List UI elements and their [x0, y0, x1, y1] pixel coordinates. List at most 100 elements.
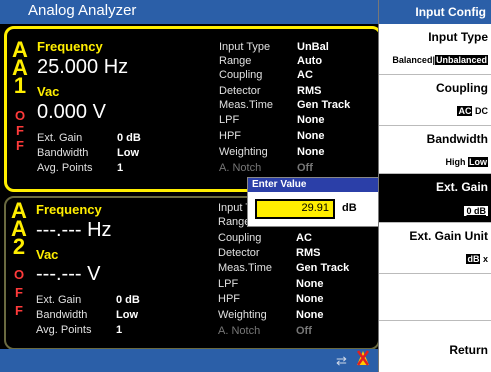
bandwidth-label: Bandwidth [36, 309, 88, 321]
ext-gain-value: 0 dB [117, 132, 141, 144]
frequency-value: 25.000 Hz [37, 56, 129, 78]
value-unit: dB [342, 202, 357, 214]
coupling-softkey[interactable]: Coupling AC DC [379, 75, 491, 126]
avg-points-label: Avg. Points [37, 162, 93, 174]
usb-icon: ⇄ [336, 353, 347, 368]
ext-gain-value: 0 dB [116, 294, 140, 306]
status-bar: ⇄ [0, 349, 378, 372]
ext-gain-label: Ext. Gain [37, 132, 83, 144]
channel-number: 2 [12, 234, 26, 259]
dialog-title-bar: Enter Value [248, 178, 378, 192]
setting-label: HPF [218, 293, 240, 305]
setting-label: Input Type [219, 41, 271, 53]
channel-number: 1 [13, 73, 27, 98]
setting-value: Auto [297, 55, 323, 67]
ext-gain-unit-label: Ext. Gain Unit [409, 229, 488, 243]
return-label: Return [449, 343, 488, 357]
bandwidth-softkey[interactable]: Bandwidth High Low [379, 126, 491, 174]
title-bar: Analog Analyzer [0, 0, 378, 24]
option-db: dB [466, 254, 481, 264]
setting-label: LPF [219, 114, 240, 126]
frequency-value: ---.--- Hz [36, 219, 112, 241]
setting-value: None [296, 278, 324, 290]
ext-gain-label: Ext. Gain [36, 294, 82, 306]
setting-label: Coupling [218, 232, 262, 244]
setting-value: RMS [296, 247, 321, 259]
app-title: Analog Analyzer [28, 2, 137, 19]
setting-label: Meas.Time [218, 262, 272, 274]
setting-label: A. Notch [219, 162, 262, 174]
voltage-value: ---.--- V [36, 263, 101, 285]
setting-value: AC [296, 232, 312, 244]
bandwidth-value: Low [116, 309, 138, 321]
return-softkey[interactable]: Return [379, 321, 491, 372]
setting-value: Off [297, 162, 313, 174]
off-letter: F [16, 138, 24, 153]
value-input[interactable]: 29.91 [255, 199, 335, 219]
ext-gain-unit-options: dB x [466, 254, 488, 264]
blank-softkey[interactable] [379, 274, 491, 321]
avg-points-value: 1 [116, 324, 123, 336]
voltage-label: Vac [36, 247, 59, 262]
setting-label: Detector [218, 247, 260, 259]
setting-value: Off [296, 325, 312, 337]
option-dc: DC [475, 106, 488, 116]
setting-value: None [296, 293, 324, 305]
setting-label: Weighting [218, 309, 267, 321]
input-type-softkey[interactable]: Input Type Balanced|Unbalanced [379, 24, 491, 75]
setting-label: Meas.Time [219, 99, 273, 111]
input-type-label: Input Type [428, 30, 488, 44]
input-config-sidebar: Input Config Input Type Balanced|Unbalan… [378, 0, 491, 372]
avg-points-label: Avg. Points [36, 324, 92, 336]
bandwidth-softkey-label: Bandwidth [426, 132, 488, 146]
setting-value: UnBal [297, 41, 329, 53]
value-input-text: 29.91 [301, 202, 329, 214]
ext-gain-softkey[interactable]: Ext. Gain 0 dB [379, 174, 491, 223]
setting-value: RMS [297, 85, 322, 97]
avg-points-value: 1 [117, 162, 124, 174]
off-letter: F [16, 123, 24, 138]
ext-gain-unit-softkey[interactable]: Ext. Gain Unit dB x [379, 223, 491, 274]
option-low: Low [468, 157, 488, 167]
setting-value: None [297, 130, 325, 142]
bandwidth-options: High Low [445, 157, 488, 167]
off-letter: O [13, 267, 25, 282]
sidebar-title: Input Config [415, 5, 486, 19]
coupling-options: AC DC [457, 106, 488, 116]
setting-value: None [296, 309, 324, 321]
option-x: x [482, 254, 488, 264]
channel-a1-panel[interactable]: A A 1 O F F Frequency 25.000 Hz Vac 0.00… [4, 26, 382, 192]
setting-value: AC [297, 69, 313, 81]
setting-label: LPF [218, 278, 239, 290]
setting-label: Range [218, 216, 251, 228]
off-letter: O [14, 108, 26, 123]
setting-value: None [297, 146, 325, 158]
option-balanced: Balanced [392, 55, 433, 65]
warning-icon [356, 349, 370, 367]
sidebar-title-bar: Input Config [379, 0, 491, 24]
setting-label: Weighting [219, 146, 268, 158]
setting-label: Coupling [219, 69, 263, 81]
input-type-options: Balanced|Unbalanced [392, 55, 488, 65]
bandwidth-value: Low [117, 147, 139, 159]
setting-label: Range [219, 55, 252, 67]
dialog-title: Enter Value [252, 179, 307, 190]
frequency-label: Frequency [37, 39, 103, 54]
option-unbalanced: Unbalanced [434, 55, 488, 65]
off-letter: F [15, 303, 23, 318]
off-letter: F [15, 285, 23, 300]
setting-label: HPF [219, 130, 241, 142]
setting-label: A. Notch [218, 325, 261, 337]
setting-value: Gen Track [297, 99, 351, 111]
voltage-value: 0.000 V [37, 101, 106, 123]
voltage-label: Vac [37, 84, 60, 99]
enter-value-dialog: Enter Value 29.91 dB [247, 177, 379, 227]
setting-value: None [297, 114, 325, 126]
setting-value: Gen Track [296, 262, 350, 274]
option-ac: AC [457, 106, 473, 116]
coupling-label: Coupling [436, 81, 488, 95]
ext-gain-softkey-value: 0 dB [464, 206, 488, 216]
ext-gain-softkey-label: Ext. Gain [435, 180, 488, 194]
frequency-label: Frequency [36, 202, 102, 217]
bandwidth-label: Bandwidth [37, 147, 89, 159]
